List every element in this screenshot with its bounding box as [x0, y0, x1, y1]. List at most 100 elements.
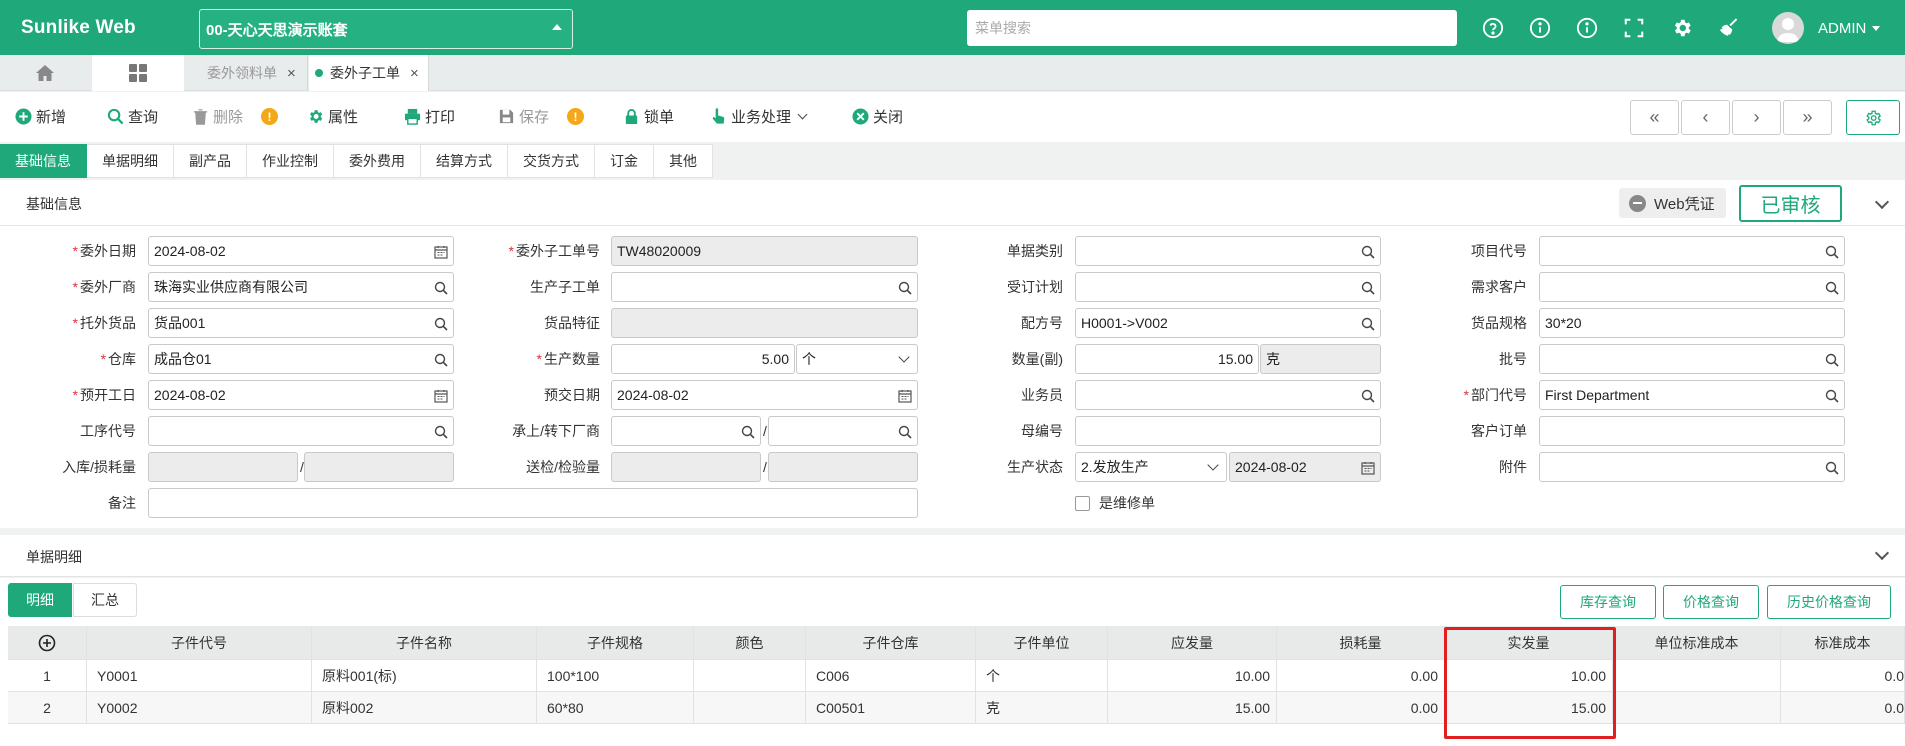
plus-circle-icon[interactable] [38, 634, 56, 652]
table-cell[interactable]: 克 [976, 692, 1108, 724]
goods-spec-field[interactable]: 30*20 [1539, 308, 1845, 338]
tab-delivery[interactable]: 交货方式 [508, 144, 595, 178]
table-cell[interactable]: C006 [806, 660, 976, 692]
production-qty-field[interactable]: 5.00 [611, 344, 795, 374]
tab-summary[interactable]: 汇总 [73, 583, 137, 617]
close-button[interactable]: 关闭 [852, 106, 903, 127]
tab-other[interactable]: 其他 [654, 144, 713, 178]
help-icon[interactable] [1481, 16, 1505, 40]
column-header[interactable]: 子件单位 [976, 626, 1108, 660]
tab-detail[interactable]: 明细 [8, 583, 72, 617]
about-icon[interactable] [1575, 16, 1599, 40]
account-select[interactable]: 00-天心天思演示账套 [199, 9, 573, 49]
table-cell[interactable]: 原料001(标) [312, 660, 537, 692]
broom-icon[interactable] [1717, 16, 1741, 40]
close-icon[interactable]: × [287, 65, 296, 82]
project-code-field[interactable] [1539, 236, 1845, 266]
search-icon[interactable] [898, 425, 912, 439]
gear-icon[interactable] [1670, 16, 1694, 40]
tab-apps[interactable] [92, 55, 184, 91]
customer-order-field[interactable] [1539, 416, 1845, 446]
column-header[interactable]: 实发量 [1445, 626, 1613, 660]
search-icon[interactable] [898, 281, 912, 295]
tab-sub-work-order[interactable]: 委外子工单 × [309, 55, 429, 91]
department-code-field[interactable]: First Department [1539, 380, 1845, 410]
properties-button[interactable]: 属性 [307, 106, 358, 127]
outsource-date-field[interactable]: 2024-08-02 [148, 236, 454, 266]
column-header[interactable]: 子件名称 [312, 626, 537, 660]
repair-order-checkbox[interactable] [1075, 496, 1090, 511]
order-plan-field[interactable] [1075, 272, 1381, 302]
lock-button[interactable]: 锁单 [623, 106, 674, 127]
price-query-button[interactable]: 价格查询 [1663, 585, 1759, 619]
table-cell[interactable]: 60*80 [537, 692, 694, 724]
table-cell[interactable]: Y0002 [87, 692, 312, 724]
search-icon[interactable] [1361, 317, 1375, 331]
search-icon[interactable] [1361, 281, 1375, 295]
calendar-icon[interactable] [434, 245, 448, 259]
delete-button[interactable]: 删除 ! [192, 106, 279, 127]
close-icon[interactable]: × [410, 65, 419, 82]
search-icon[interactable] [434, 353, 448, 367]
add-button[interactable]: 新增 [15, 106, 66, 127]
column-header[interactable]: 单位标准成本 [1613, 626, 1781, 660]
demand-customer-field[interactable] [1539, 272, 1845, 302]
search-icon[interactable] [1825, 353, 1839, 367]
tab-operation-control[interactable]: 作业控制 [247, 144, 334, 178]
table-cell[interactable]: C00501 [806, 692, 976, 724]
inventory-query-button[interactable]: 库存查询 [1560, 585, 1656, 619]
query-button[interactable]: 查询 [107, 106, 158, 127]
web-voucher-button[interactable]: Web凭证 [1619, 188, 1726, 218]
tab-outsourcing-fees[interactable]: 委外费用 [334, 144, 421, 178]
search-icon[interactable] [741, 425, 755, 439]
next-record-button[interactable]: › [1732, 100, 1781, 135]
last-record-button[interactable]: » [1783, 100, 1832, 135]
table-cell[interactable]: 15.00 [1445, 692, 1613, 724]
tab-document-details[interactable]: 单据明细 [87, 144, 174, 178]
chevron-down-icon[interactable] [1874, 194, 1890, 210]
production-status-select[interactable]: 2.发放生产 [1075, 452, 1227, 482]
first-record-button[interactable]: « [1630, 100, 1679, 135]
batch-no-field[interactable] [1539, 344, 1845, 374]
outsource-goods-field[interactable]: 货品001 [148, 308, 454, 338]
column-header[interactable]: 子件代号 [87, 626, 312, 660]
table-cell[interactable]: 原料002 [312, 692, 537, 724]
search-icon[interactable] [1825, 389, 1839, 403]
add-row-header[interactable] [8, 626, 87, 660]
warehouse-field[interactable]: 成品仓01 [148, 344, 454, 374]
tab-basic-info[interactable]: 基础信息 [0, 144, 87, 178]
table-cell[interactable]: 15.00 [1108, 692, 1277, 724]
document-type-field[interactable] [1075, 236, 1381, 266]
tab-deposit[interactable]: 订金 [595, 144, 654, 178]
formula-no-field[interactable]: H0001->V002 [1075, 308, 1381, 338]
salesperson-field[interactable] [1075, 380, 1381, 410]
table-cell[interactable]: 0.00 [1277, 660, 1445, 692]
table-cell[interactable] [1613, 660, 1781, 692]
table-cell[interactable] [694, 660, 806, 692]
outsource-vendor-field[interactable]: 珠海实业供应商有限公司 [148, 272, 454, 302]
column-header[interactable]: 子件仓库 [806, 626, 976, 660]
table-cell[interactable]: 0.00 [1277, 692, 1445, 724]
column-header[interactable]: 子件规格 [537, 626, 694, 660]
table-cell[interactable]: 0.0 [1781, 660, 1905, 692]
planned-start-field[interactable]: 2024-08-02 [148, 380, 454, 410]
table-cell[interactable] [694, 692, 806, 724]
save-button[interactable]: 保存 ! [498, 106, 585, 127]
menu-search-input[interactable] [967, 10, 1457, 46]
info-icon[interactable] [1528, 16, 1552, 40]
search-icon[interactable] [434, 281, 448, 295]
planned-delivery-field[interactable]: 2024-08-02 [611, 380, 918, 410]
prev-record-button[interactable]: ‹ [1681, 100, 1730, 135]
process-code-field[interactable] [148, 416, 454, 446]
calendar-icon[interactable] [898, 389, 912, 403]
column-header[interactable]: 应发量 [1108, 626, 1277, 660]
search-icon[interactable] [434, 317, 448, 331]
fullscreen-icon[interactable] [1622, 16, 1646, 40]
table-cell[interactable]: 0.0 [1781, 692, 1905, 724]
search-icon[interactable] [434, 425, 448, 439]
production-unit-select[interactable]: 个 [796, 344, 918, 374]
price-history-button[interactable]: 历史价格查询 [1767, 585, 1891, 619]
search-icon[interactable] [1825, 281, 1839, 295]
column-header[interactable]: 标准成本 [1781, 626, 1905, 660]
table-cell[interactable]: 个 [976, 660, 1108, 692]
